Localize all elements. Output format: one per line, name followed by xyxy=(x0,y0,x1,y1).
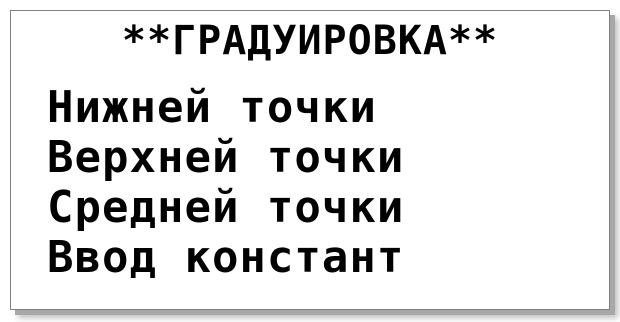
lcd-screen: **ГРАДУИРОВКА** Нижней точки Верхней точ… xyxy=(10,10,610,310)
menu-title: **ГРАДУИРОВКА** xyxy=(121,18,499,64)
calibration-menu: Нижней точки Верхней точки Средней точки… xyxy=(47,83,404,283)
menu-item-upper-point[interactable]: Верхней точки xyxy=(47,133,404,183)
menu-item-constants-input[interactable]: Ввод констант xyxy=(47,233,404,283)
menu-item-middle-point[interactable]: Средней точки xyxy=(47,183,404,233)
menu-item-lower-point[interactable]: Нижней точки xyxy=(47,83,404,133)
